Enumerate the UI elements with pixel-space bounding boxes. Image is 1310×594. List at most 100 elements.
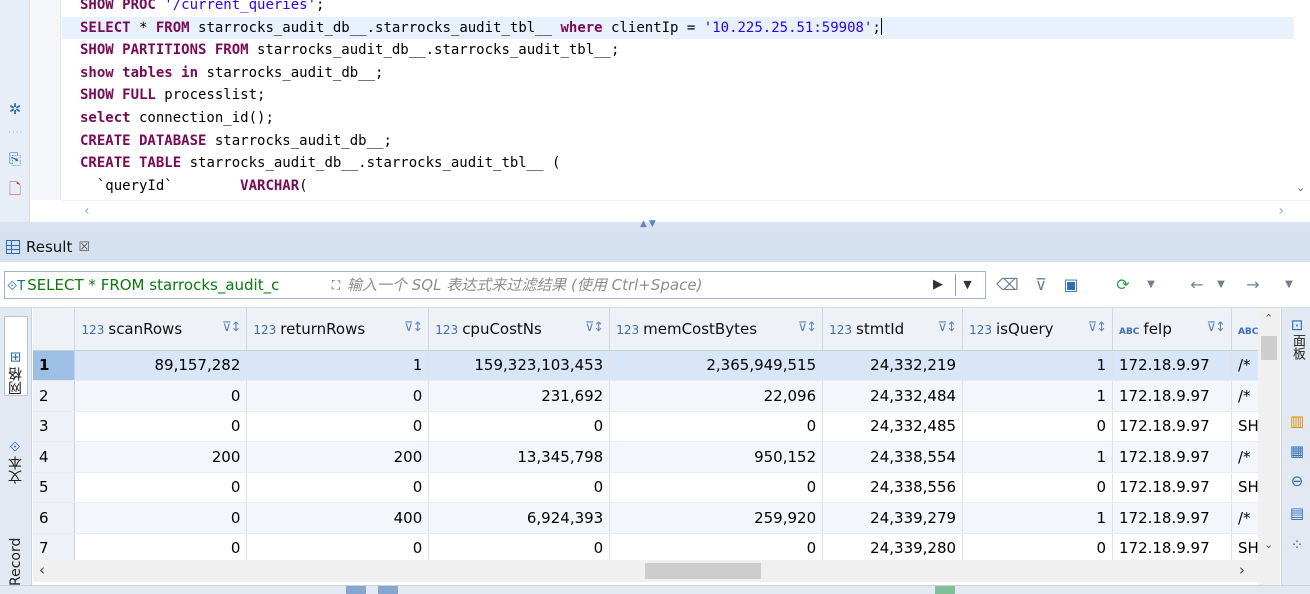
cell-memCostBytes[interactable]: 2,365,949,515 xyxy=(609,350,824,381)
cell-stmtId[interactable]: 24,332,219 xyxy=(822,350,964,381)
scroll-right-icon[interactable]: › xyxy=(1239,561,1245,579)
row-number[interactable]: 4 xyxy=(33,441,76,473)
cell-stmtId[interactable]: 24,338,556 xyxy=(822,472,964,503)
cell-cpuCostNs[interactable]: 159,323,103,453 xyxy=(428,350,611,381)
code-line[interactable]: SELECT * FROM starrocks_audit_db__.starr… xyxy=(62,16,1294,40)
column-header-stmtId[interactable]: 123 stmtId ⊽↕ xyxy=(822,308,964,351)
cell-cpuCostNs[interactable]: 0 xyxy=(428,411,611,442)
cell-cpuCostNs[interactable]: 0 xyxy=(428,533,611,564)
code-line[interactable]: CREATE TABLE starrocks_audit_db__.starro… xyxy=(80,152,1294,175)
cell-feIp[interactable]: 172.18.9.97 xyxy=(1112,472,1232,503)
row-number[interactable]: 3 xyxy=(33,411,76,442)
row-number[interactable]: 7 xyxy=(33,533,76,564)
row-number[interactable]: 2 xyxy=(33,380,76,412)
cell-returnRows[interactable]: 0 xyxy=(246,472,430,503)
sort-filter-icon[interactable]: ⊽↕ xyxy=(798,320,817,335)
row-number[interactable]: 1 xyxy=(33,350,76,381)
column-header-cpuCostNs[interactable]: 123 cpuCostNs ⊽↕ xyxy=(428,308,611,351)
cell-stmtId[interactable]: 24,339,280 xyxy=(822,533,964,564)
arrow-right-icon[interactable]: → xyxy=(1242,274,1264,296)
tab-text[interactable]: 文本 ⟐ xyxy=(4,412,28,484)
panel-toggle-icon[interactable]: ⊡ xyxy=(1288,316,1306,334)
sql-editor[interactable]: SHOW PROC '/current_queries'; SELECT * FR… xyxy=(62,0,1294,200)
cell-feIp[interactable]: 172.18.9.97 xyxy=(1112,380,1232,412)
cell-returnRows[interactable]: 400 xyxy=(246,502,430,534)
cell-isQuery[interactable]: 1 xyxy=(962,350,1113,381)
fetch-icon[interactable] xyxy=(935,586,955,594)
cell-stmtId[interactable]: 24,332,484 xyxy=(822,380,964,412)
cell-stmtId[interactable]: 24,339,279 xyxy=(822,502,964,534)
sort-filter-icon[interactable]: ⊽↕ xyxy=(938,320,957,335)
eraser-icon[interactable]: ⌫ xyxy=(996,274,1019,296)
calculator-icon[interactable]: ⊖ xyxy=(1288,472,1306,490)
cell-memCostBytes[interactable]: 0 xyxy=(609,411,824,442)
panels-icon[interactable]: ▣ xyxy=(1060,274,1082,296)
filter-input[interactable] xyxy=(347,276,887,294)
code-line[interactable]: CREATE DATABASE starrocks_audit_db__; xyxy=(80,130,1294,153)
file-error-icon[interactable]: 🗋 xyxy=(6,180,24,198)
cell-stmtId[interactable]: 24,332,485 xyxy=(822,411,964,442)
metadata-icon[interactable]: ▤ xyxy=(1288,504,1306,522)
grid-horizontal-scrollbar[interactable]: ‹ › xyxy=(33,560,1258,582)
prev-page-icon[interactable] xyxy=(378,586,398,594)
table-row[interactable]: 3 0 0 0 0 24,332,485 0 172.18.9.97 SH xyxy=(33,411,1280,442)
cell-isQuery[interactable]: 1 xyxy=(962,502,1113,534)
cell-returnRows[interactable]: 0 xyxy=(246,411,430,442)
column-header-memCostBytes[interactable]: 123 memCostBytes ⊽↕ xyxy=(609,308,824,351)
cell-scanRows[interactable]: 0 xyxy=(74,533,248,564)
code-line[interactable]: SHOW PROC '/current_queries'; xyxy=(80,0,1294,17)
scroll-left-icon[interactable]: ‹ xyxy=(39,561,45,579)
cell-isQuery[interactable]: 0 xyxy=(962,411,1113,442)
column-header-scanRows[interactable]: 123 scanRows ⊽↕ xyxy=(74,308,248,351)
tab-record[interactable]: Record xyxy=(4,506,28,586)
cell-isQuery[interactable]: 0 xyxy=(962,533,1113,564)
row-number[interactable]: 5 xyxy=(33,472,76,503)
refresh-icon[interactable]: ⟳ xyxy=(1112,274,1134,296)
table-row[interactable]: 1 89,157,282 1 159,323,103,453 2,365,949,515… xyxy=(33,350,1280,381)
splitter-arrows-icon[interactable]: ▲▼ xyxy=(640,219,658,229)
chevron-down-icon[interactable]: ⌄ xyxy=(1264,538,1273,551)
cell-scanRows[interactable]: 0 xyxy=(74,502,248,534)
grouping-icon[interactable]: ▦ xyxy=(1288,442,1306,460)
sort-filter-icon[interactable]: ⊽↕ xyxy=(404,320,423,335)
cell-memCostBytes[interactable]: 22,096 xyxy=(609,380,824,412)
sql-code[interactable]: SHOW PROC '/current_queries'; SELECT * FR… xyxy=(62,0,1294,198)
filter-icon[interactable]: ⊽ xyxy=(1030,274,1052,296)
scroll-right-icon[interactable]: › xyxy=(1278,203,1284,219)
settings-gear-icon[interactable]: ✲ xyxy=(6,100,24,118)
cell-memCostBytes[interactable]: 950,152 xyxy=(609,441,824,473)
table-row[interactable]: 6 0 400 6,924,393 259,920 24,339,279 1 172.18.9… xyxy=(33,502,1280,534)
code-line[interactable]: select connection_id(); xyxy=(80,107,1294,130)
cell-cpuCostNs[interactable]: 13,345,798 xyxy=(428,441,611,473)
forward-dropdown-icon[interactable]: ▼ xyxy=(1278,274,1300,296)
chevron-up-icon[interactable]: ⌃ xyxy=(1264,312,1273,325)
cell-scanRows[interactable]: 0 xyxy=(74,380,248,412)
expand-icon[interactable]: ⛶ xyxy=(325,278,347,293)
cell-isQuery[interactable]: 1 xyxy=(962,441,1113,473)
cell-returnRows[interactable]: 200 xyxy=(246,441,430,473)
cell-scanRows[interactable]: 0 xyxy=(74,472,248,503)
cell-feIp[interactable]: 172.18.9.97 xyxy=(1112,533,1232,564)
cell-feIp[interactable]: 172.18.9.97 xyxy=(1112,350,1232,381)
cell-stmtId[interactable]: 24,338,554 xyxy=(822,441,964,473)
arrow-left-icon[interactable]: ← xyxy=(1186,274,1208,296)
table-row[interactable]: 4 200 200 13,345,798 950,152 24,338,554 1 172.1… xyxy=(33,441,1280,473)
cell-cpuCostNs[interactable]: 0 xyxy=(428,472,611,503)
cell-isQuery[interactable]: 1 xyxy=(962,380,1113,412)
scroll-left-icon[interactable]: ‹ xyxy=(84,203,90,219)
cell-memCostBytes[interactable]: 259,920 xyxy=(609,502,824,534)
sort-filter-icon[interactable]: ⊽↕ xyxy=(585,320,604,335)
column-header-returnRows[interactable]: 123 returnRows ⊽↕ xyxy=(246,308,430,351)
filter-history-dropdown[interactable]: ▼ xyxy=(955,274,979,296)
grid-hscroll-thumb[interactable] xyxy=(645,563,761,579)
grid-vscroll-thumb[interactable] xyxy=(1261,336,1277,360)
panels-label[interactable]: 面板 xyxy=(1288,334,1307,360)
cell-feIp[interactable]: 172.18.9.97 xyxy=(1112,502,1232,534)
table-row[interactable]: 2 0 0 231,692 22,096 24,332,484 1 172.18.9.97/* xyxy=(33,380,1280,412)
column-header-feIp[interactable]: ABC feIp ⊽↕ xyxy=(1112,308,1232,351)
code-line[interactable]: SHOW PARTITIONS FROM starrocks_audit_db_… xyxy=(80,39,1294,62)
row-number[interactable]: 6 xyxy=(33,502,76,534)
table-row[interactable]: 7 0 0 0 0 24,339,280 0 172.18.9.97 SH xyxy=(33,533,1280,564)
code-line[interactable]: `queryId` VARCHAR( xyxy=(80,175,1294,198)
source-query[interactable]: ⟐T SELECT * FROM starrocks_audit_c xyxy=(5,276,325,294)
